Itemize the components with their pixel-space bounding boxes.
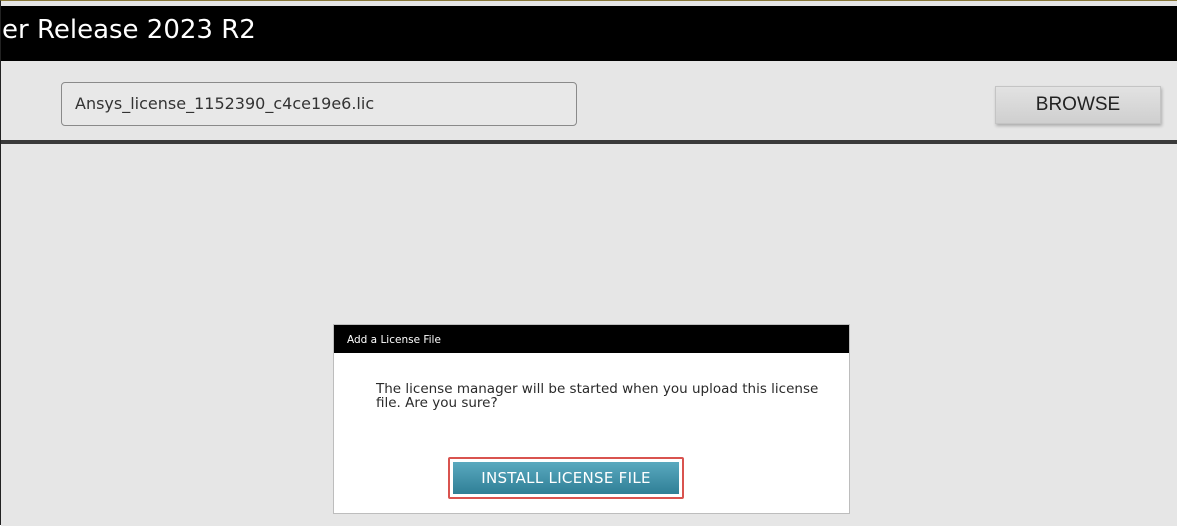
license-file-row: Ansys_license_1152390_c4ce19e6.lic BROWS…: [1, 61, 1177, 140]
title-bar: er Release 2023 R2: [1, 6, 1177, 61]
add-license-dialog: Add a License File The license manager w…: [333, 324, 850, 514]
browse-button[interactable]: BROWSE: [995, 86, 1161, 124]
install-button-highlight: INSTALL LICENSE FILE: [448, 457, 684, 499]
dialog-message: The license manager will be started when…: [376, 381, 819, 411]
window-title: er Release 2023 R2: [2, 15, 256, 45]
install-license-file-button[interactable]: INSTALL LICENSE FILE: [453, 462, 679, 494]
dialog-title: Add a License File: [334, 325, 849, 353]
license-file-field[interactable]: Ansys_license_1152390_c4ce19e6.lic: [61, 82, 577, 126]
app-window: er Release 2023 R2 Ansys_license_1152390…: [0, 0, 1177, 526]
